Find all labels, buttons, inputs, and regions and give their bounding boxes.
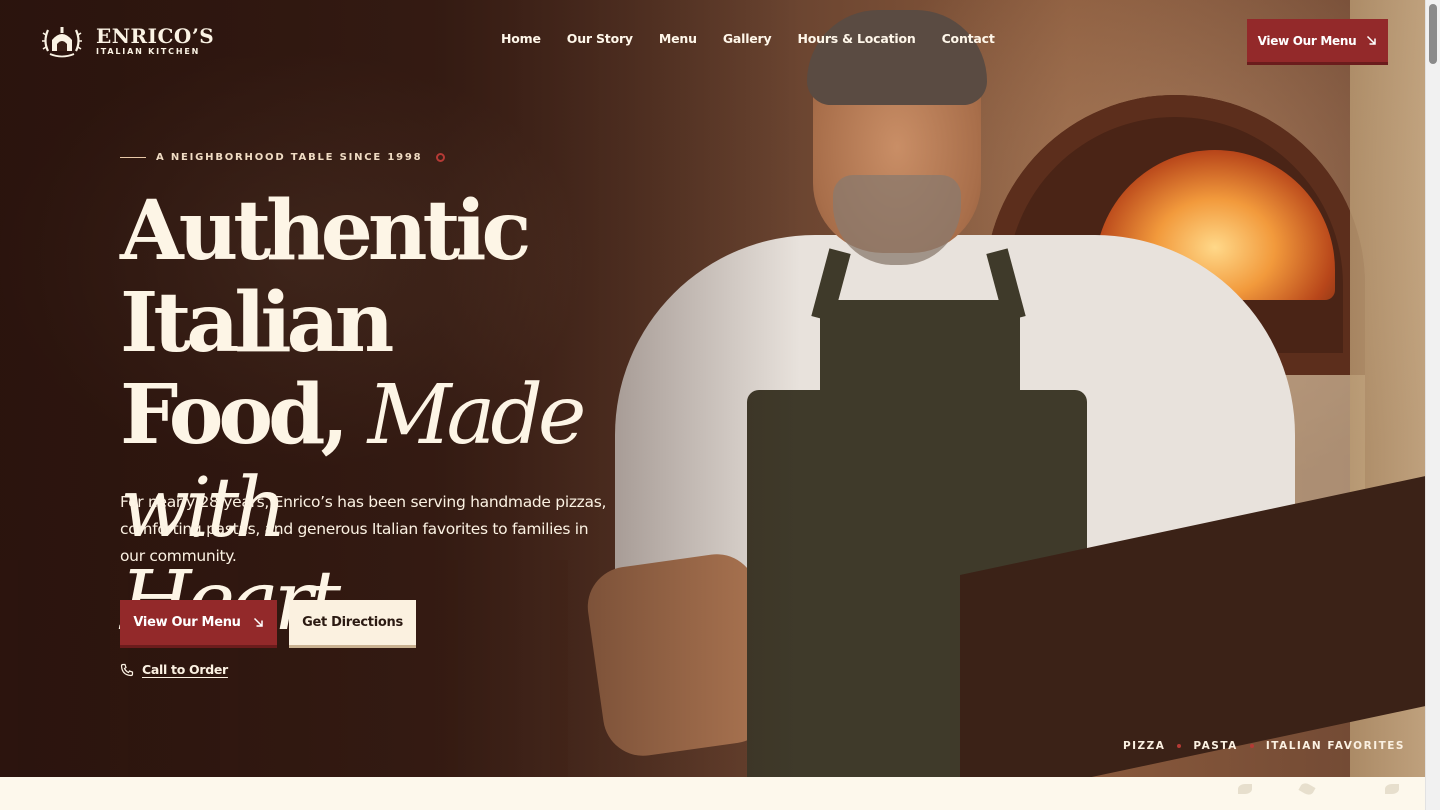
call-to-order-label: Call to Order xyxy=(142,662,228,677)
scrollbar-thumb[interactable] xyxy=(1429,4,1437,64)
get-directions-label: Get Directions xyxy=(302,615,403,630)
site-header: ENRICO’S ITALIAN KITCHEN Home Our Story … xyxy=(0,0,1425,80)
main-nav: Home Our Story Menu Gallery Hours & Loca… xyxy=(501,31,995,46)
tag-separator xyxy=(1177,744,1182,748)
eyebrow-text: A NEIGHBORHOOD TABLE SINCE 1998 xyxy=(156,152,423,163)
hero-headline: Authentic Italian Food, Made with Heart. xyxy=(120,185,760,648)
call-to-order-link[interactable]: Call to Order xyxy=(120,662,228,677)
tag-italian-favorites: ITALIAN FAVORITES xyxy=(1265,740,1405,752)
hero-eyebrow: A NEIGHBORHOOD TABLE SINCE 1998 xyxy=(120,152,446,163)
leaf-decoration xyxy=(1238,784,1252,794)
nav-contact[interactable]: Contact xyxy=(942,31,995,46)
hero-description: For nearly 28 years, Enrico’s has been s… xyxy=(120,493,607,565)
header-view-menu-button[interactable]: View Our Menu xyxy=(1247,19,1388,65)
tag-separator xyxy=(1249,744,1254,748)
logo[interactable]: ENRICO’S ITALIAN KITCHEN xyxy=(40,21,214,61)
nav-home[interactable]: Home xyxy=(501,31,541,46)
logo-name: ENRICO’S xyxy=(96,24,215,48)
tag-pasta: PASTA xyxy=(1193,740,1238,752)
nav-gallery[interactable]: Gallery xyxy=(723,31,772,46)
nav-hours-location[interactable]: Hours & Location xyxy=(797,31,915,46)
view-menu-button[interactable]: View Our Menu xyxy=(120,600,277,648)
headline-line-1: Authentic Italian xyxy=(120,183,531,371)
oven-wreath-icon xyxy=(42,27,82,58)
header-cta-label: View Our Menu xyxy=(1257,33,1357,48)
nav-our-story[interactable]: Our Story xyxy=(567,31,633,46)
logo-subtitle: ITALIAN KITCHEN xyxy=(96,47,201,56)
tag-pizza: PIZZA xyxy=(1122,740,1166,752)
arrow-down-right-icon xyxy=(253,617,263,627)
eyebrow-dot-icon xyxy=(436,153,446,162)
nav-menu[interactable]: Menu xyxy=(659,31,697,46)
next-section-peek xyxy=(0,777,1425,810)
view-menu-label: View Our Menu xyxy=(133,615,241,630)
arrow-down-right-icon xyxy=(1367,35,1377,45)
phone-icon xyxy=(120,663,134,676)
logo-text: ENRICO’S ITALIAN KITCHEN xyxy=(96,25,214,57)
scrollbar-track[interactable] xyxy=(1425,0,1440,810)
leaf-decoration xyxy=(1385,784,1399,794)
headline-line-2a: Food, xyxy=(120,367,368,463)
eyebrow-line xyxy=(120,157,146,158)
get-directions-button[interactable]: Get Directions xyxy=(289,600,416,648)
cuisine-tags: PIZZA PASTA ITALIAN FAVORITES xyxy=(1123,740,1405,752)
